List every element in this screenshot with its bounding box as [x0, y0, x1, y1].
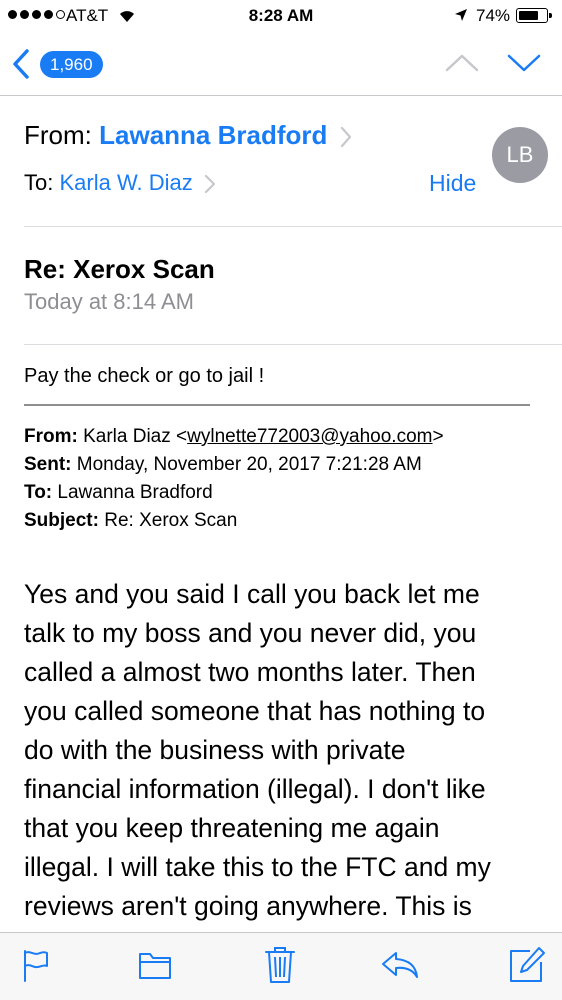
message-line: called a almost two months later. Then — [24, 657, 476, 687]
sender-name[interactable]: Lawanna Bradford — [99, 120, 327, 150]
next-message-icon[interactable] — [506, 52, 542, 74]
quoted-to-value: Lawanna Bradford — [57, 482, 213, 503]
to-label: To: — [24, 170, 54, 195]
quoted-from-label: From: — [24, 426, 78, 447]
back-chevron-icon[interactable] — [10, 48, 32, 80]
subject-divider — [24, 344, 562, 345]
folder-icon[interactable] — [138, 949, 172, 981]
message-line: do with the business with private — [24, 735, 406, 765]
from-label: From: — [24, 120, 92, 150]
location-arrow-icon — [455, 9, 467, 21]
message-line: illegal. I will take this to the FTC and… — [24, 852, 491, 882]
battery-percent: 74% — [476, 6, 511, 25]
header-divider — [24, 226, 562, 227]
status-bar: AT&T 8:28 AM 74% — [0, 0, 562, 34]
message-line: financial information (illegal). I don't… — [24, 774, 486, 804]
email-subject: Re: Xerox Scan — [24, 254, 215, 284]
reply-icon[interactable] — [380, 949, 420, 981]
to-row: To: Karla W. Diaz — [24, 170, 216, 196]
bottom-toolbar — [0, 932, 562, 1000]
chevron-right-icon[interactable] — [340, 126, 352, 148]
navigation-bar: 1,960 — [0, 34, 562, 96]
previous-message-icon[interactable] — [444, 52, 480, 74]
recipient-name[interactable]: Karla W. Diaz — [59, 170, 192, 195]
chevron-right-icon[interactable] — [204, 174, 216, 194]
quoted-from-email[interactable]: wylnette772003@yahoo.com — [187, 426, 432, 447]
reply-text: Pay the check or go to jail ! — [24, 365, 265, 387]
trash-icon[interactable] — [264, 946, 296, 984]
email-date: Today at 8:14 AM — [24, 289, 194, 314]
compose-icon[interactable] — [508, 946, 546, 984]
hide-details-link[interactable]: Hide — [429, 170, 476, 197]
message-line: reviews aren't going anywhere. This is — [24, 891, 472, 921]
message-line: Yes and you said I call you back let me — [24, 579, 480, 609]
quoted-from-close: > — [432, 426, 444, 447]
message-body: Yes and you said I call you back let me … — [24, 575, 554, 926]
message-count-badge[interactable]: 1,960 — [40, 51, 103, 78]
message-line: you called someone that has nothing to — [24, 696, 486, 726]
quoted-from-name: Karla Diaz < — [83, 426, 188, 447]
flag-icon[interactable] — [22, 949, 50, 983]
quoted-subject-value: Re: Xerox Scan — [104, 510, 238, 531]
quoted-sent-label: Sent: — [24, 454, 72, 475]
battery-icon — [516, 8, 552, 23]
quoted-to-label: To: — [24, 482, 53, 503]
quoted-sent-value: Monday, November 20, 2017 7:21:28 AM — [76, 454, 422, 475]
quoted-sent-line: Sent: Monday, November 20, 2017 7:21:28 … — [24, 454, 422, 476]
message-line: that you keep threatening me again — [24, 813, 440, 843]
quoted-from-line: From: Karla Diaz <wylnette772003@yahoo.c… — [24, 426, 444, 448]
quoted-subject-label: Subject: — [24, 510, 99, 531]
from-row: From: Lawanna Bradford — [24, 120, 352, 151]
message-line: talk to my boss and you never did, you — [24, 618, 477, 648]
quoted-to-line: To: Lawanna Bradford — [24, 482, 213, 504]
sender-avatar[interactable]: LB — [492, 127, 548, 183]
battery-fill — [518, 10, 538, 20]
quote-separator — [24, 404, 530, 406]
quoted-subject-line: Subject: Re: Xerox Scan — [24, 510, 237, 532]
